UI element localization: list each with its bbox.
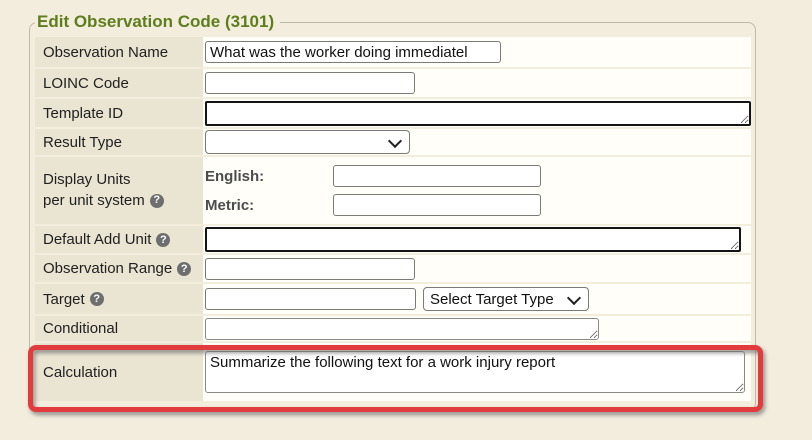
- row-template-id: Template ID: [35, 99, 751, 127]
- conditional-textarea[interactable]: [205, 318, 599, 340]
- row-observation-range: Observation Range ?: [35, 255, 751, 282]
- display-units-label-line2: per unit system: [43, 191, 145, 211]
- conditional-label: Conditional: [43, 320, 118, 337]
- target-type-select[interactable]: Select Target Type: [423, 287, 589, 311]
- help-icon[interactable]: ?: [90, 292, 104, 306]
- template-id-label: Template ID: [43, 105, 123, 122]
- help-icon[interactable]: ?: [177, 262, 191, 276]
- display-units-label-line1: Display Units: [43, 170, 164, 190]
- default-add-unit-label: Default Add Unit: [43, 231, 151, 248]
- english-units-label: English:: [205, 168, 333, 185]
- loinc-code-input[interactable]: [205, 72, 415, 94]
- loinc-code-label: LOINC Code: [43, 75, 129, 92]
- page-title: Edit Observation Code (3101): [35, 12, 280, 32]
- template-id-textarea[interactable]: [205, 101, 751, 126]
- help-icon[interactable]: ?: [156, 233, 170, 247]
- calculation-textarea[interactable]: Summarize the following text for a work …: [205, 351, 745, 393]
- english-units-input[interactable]: [333, 165, 541, 187]
- edit-observation-code-fieldset: Edit Observation Code (3101) Observation…: [29, 12, 756, 411]
- row-display-units: Display Units per unit system ? English:: [35, 157, 751, 224]
- row-default-add-unit: Default Add Unit ?: [35, 226, 751, 253]
- default-add-unit-textarea[interactable]: [205, 227, 741, 252]
- observation-range-input[interactable]: [205, 258, 415, 280]
- row-observation-name: Observation Name: [35, 37, 751, 67]
- metric-units-label: Metric:: [205, 197, 333, 214]
- observation-name-label: Observation Name: [43, 44, 168, 61]
- calculation-label: Calculation: [43, 364, 117, 381]
- page: Edit Observation Code (3101) Observation…: [0, 0, 812, 440]
- metric-units-input[interactable]: [333, 194, 541, 216]
- row-calculation: Calculation Summarize the following text…: [35, 343, 751, 401]
- help-icon[interactable]: ?: [150, 194, 164, 208]
- result-type-select[interactable]: [205, 130, 410, 154]
- row-loinc-code: LOINC Code: [35, 69, 751, 97]
- row-result-type: Result Type: [35, 129, 751, 155]
- form-table: Observation Name LOINC Code Template ID: [35, 37, 751, 401]
- result-type-label: Result Type: [43, 134, 122, 151]
- row-conditional: Conditional: [35, 316, 751, 341]
- target-label: Target: [43, 291, 85, 308]
- row-target: Target ? Select Target Type: [35, 284, 751, 314]
- observation-range-label: Observation Range: [43, 260, 172, 277]
- target-input[interactable]: [205, 288, 416, 310]
- observation-name-input[interactable]: [205, 41, 501, 63]
